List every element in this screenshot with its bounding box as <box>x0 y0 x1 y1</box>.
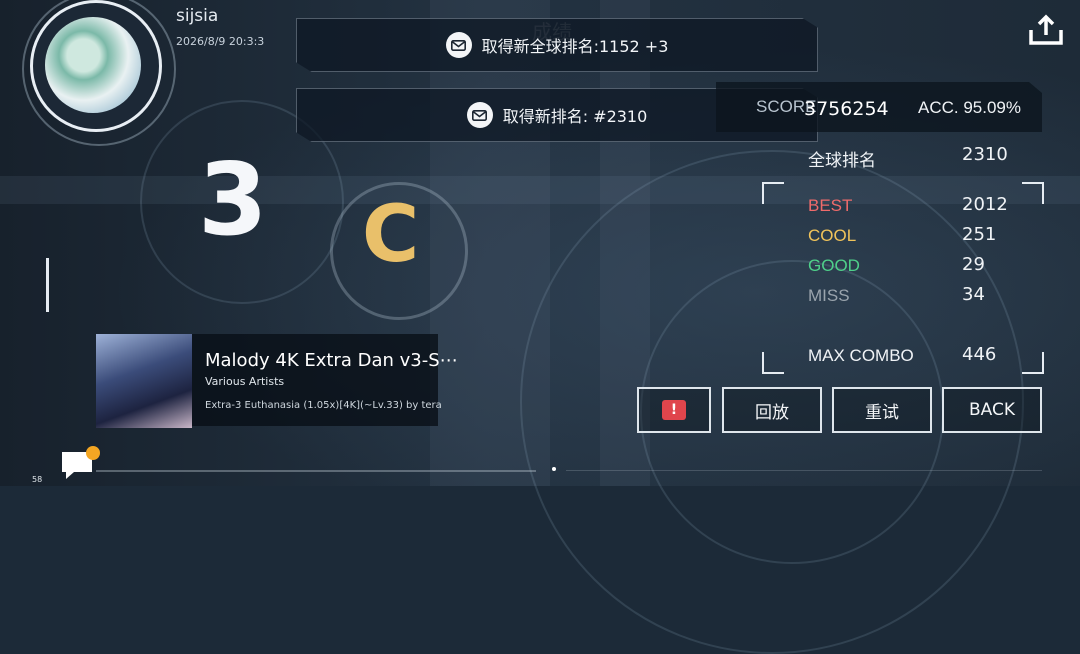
notification-badge <box>86 446 100 460</box>
report-button[interactable]: ! <box>637 387 711 433</box>
song-cover-image <box>96 334 192 428</box>
bottom-divider <box>96 470 536 472</box>
fps-counter: 58 <box>32 475 43 484</box>
notice-text: 取得新排名: #2310 <box>502 107 648 126</box>
best-label: BEST <box>808 196 853 215</box>
bracket-bottom-left <box>762 352 784 374</box>
back-button[interactable]: BACK <box>942 387 1042 433</box>
side-indicator <box>46 258 49 312</box>
miss-value: 34 <box>962 284 985 305</box>
song-title: Malody 4K Extra Dan v3-S⋯ <box>205 350 458 371</box>
retry-button[interactable]: 重试 <box>832 387 932 433</box>
bracket-top-right <box>1022 182 1044 204</box>
bottom-divider <box>566 470 1042 471</box>
bracket-bottom-right <box>1022 352 1044 374</box>
mail-icon <box>445 32 472 58</box>
avatar[interactable] <box>30 0 162 132</box>
result-number: 3 <box>198 141 268 258</box>
best-value: 2012 <box>962 194 1008 215</box>
username: sijsia <box>176 6 219 26</box>
cool-value: 251 <box>962 224 997 245</box>
bracket-top-left <box>762 182 784 204</box>
mail-icon <box>466 102 493 128</box>
song-difficulty: Extra-3 Euthanasia (1.05x)[4K](~Lv.33) b… <box>205 400 442 411</box>
max-combo-label: MAX COMBO <box>808 346 914 365</box>
replay-button[interactable]: 回放 <box>722 387 822 433</box>
page-indicator-dot <box>552 467 556 471</box>
avatar-image <box>45 17 141 113</box>
good-value: 29 <box>962 254 985 275</box>
score-value: 3756254 <box>804 98 889 120</box>
good-label: GOOD <box>808 256 860 275</box>
max-combo-value: 446 <box>962 344 997 365</box>
grade-letter: C <box>362 190 420 280</box>
song-artist: Various Artists <box>205 375 285 388</box>
miss-label: MISS <box>808 286 850 305</box>
global-rank-value: 2310 <box>962 144 1008 165</box>
report-icon: ! <box>662 400 686 420</box>
global-rank-label: 全球排名 <box>808 151 876 170</box>
play-datetime: 2026/8/9 20:3:3 <box>176 35 265 48</box>
notice-text: 取得新全球排名:1152 +3 <box>481 37 669 56</box>
accuracy: ACC. 95.09% <box>918 98 1021 117</box>
global-rank-notice: 取得新全球排名:1152 +3 <box>296 18 818 72</box>
cool-label: COOL <box>808 226 857 245</box>
share-icon[interactable] <box>1028 14 1064 46</box>
